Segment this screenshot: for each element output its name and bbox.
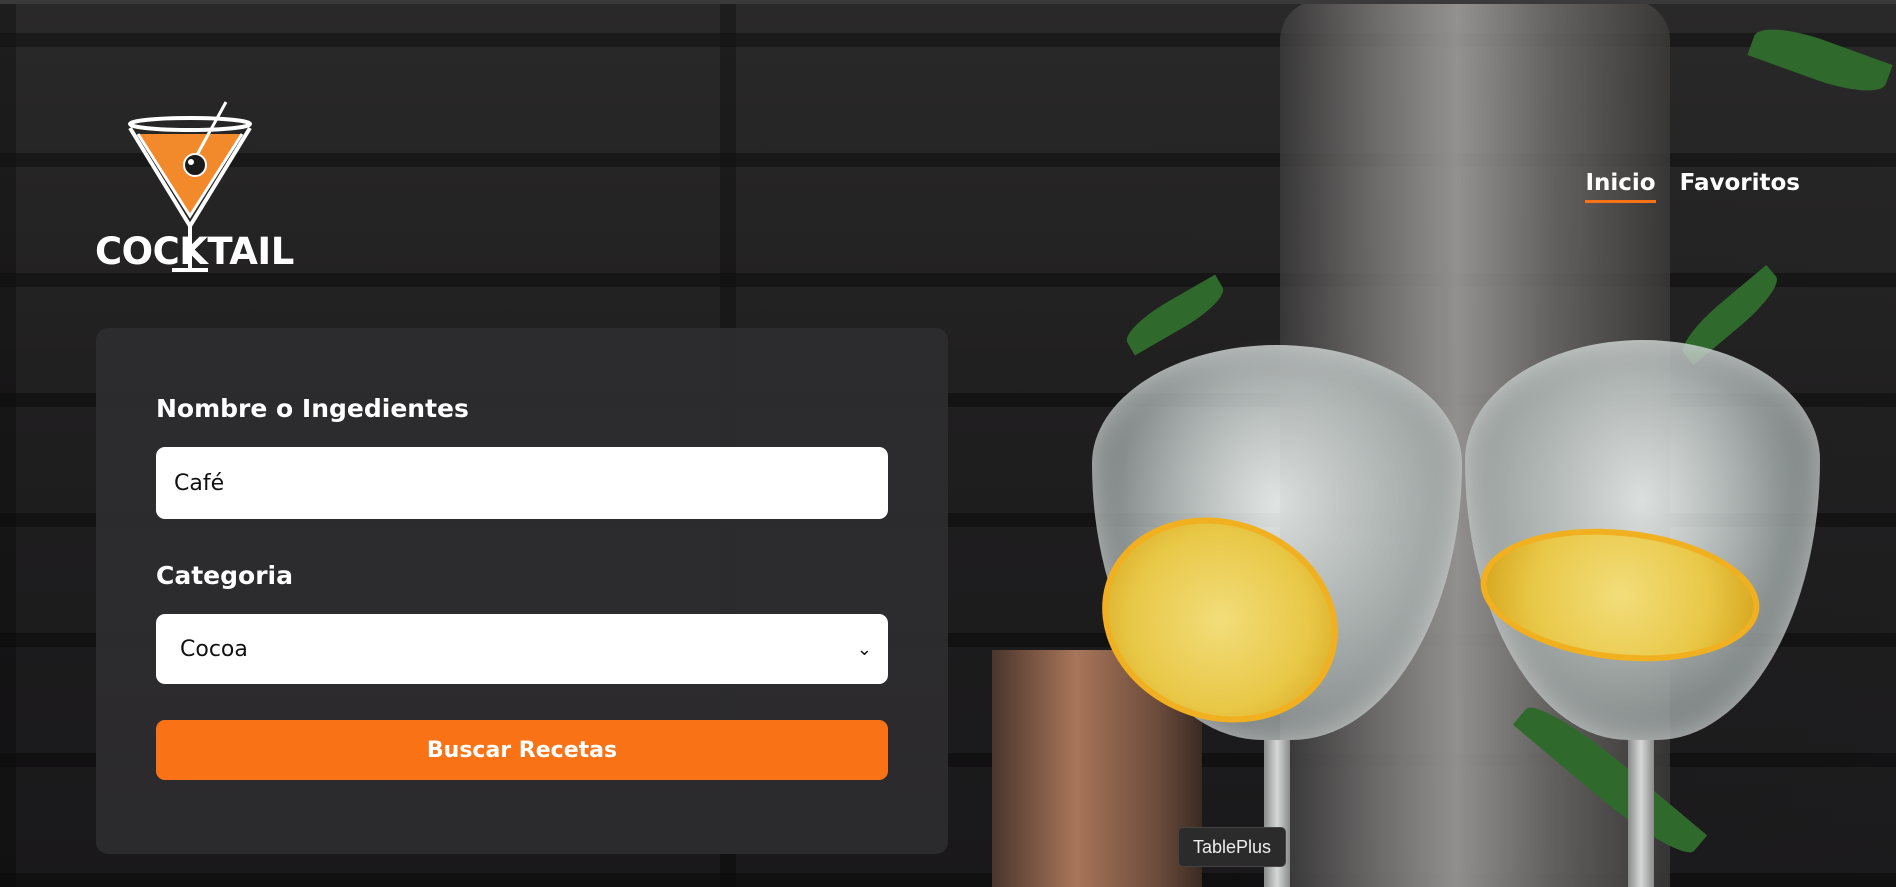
category-select-value: Cocoa	[180, 636, 248, 662]
nav-item-inicio[interactable]: Inicio	[1585, 170, 1656, 203]
chevron-down-icon: ⌄	[856, 638, 872, 660]
taskbar-tooltip: TablePlus	[1178, 827, 1287, 867]
name-label: Nombre o Ingedientes	[156, 394, 469, 423]
name-input-value: Café	[174, 470, 225, 496]
nav-item-favoritos[interactable]: Favoritos	[1680, 170, 1800, 203]
glass-stem	[1628, 740, 1654, 887]
category-select[interactable]: Cocoa ⌄	[156, 614, 888, 684]
name-input[interactable]: Café	[156, 447, 888, 519]
search-recipes-button[interactable]: Buscar Recetas	[156, 720, 888, 780]
search-form: Nombre o Ingedientes Café Categoria Coco…	[96, 328, 948, 854]
category-label: Categoria	[156, 561, 293, 590]
window-top-edge	[0, 0, 1896, 4]
brand-name: COCKTAIL	[95, 230, 294, 273]
main-nav: Inicio Favoritos	[1585, 170, 1800, 203]
